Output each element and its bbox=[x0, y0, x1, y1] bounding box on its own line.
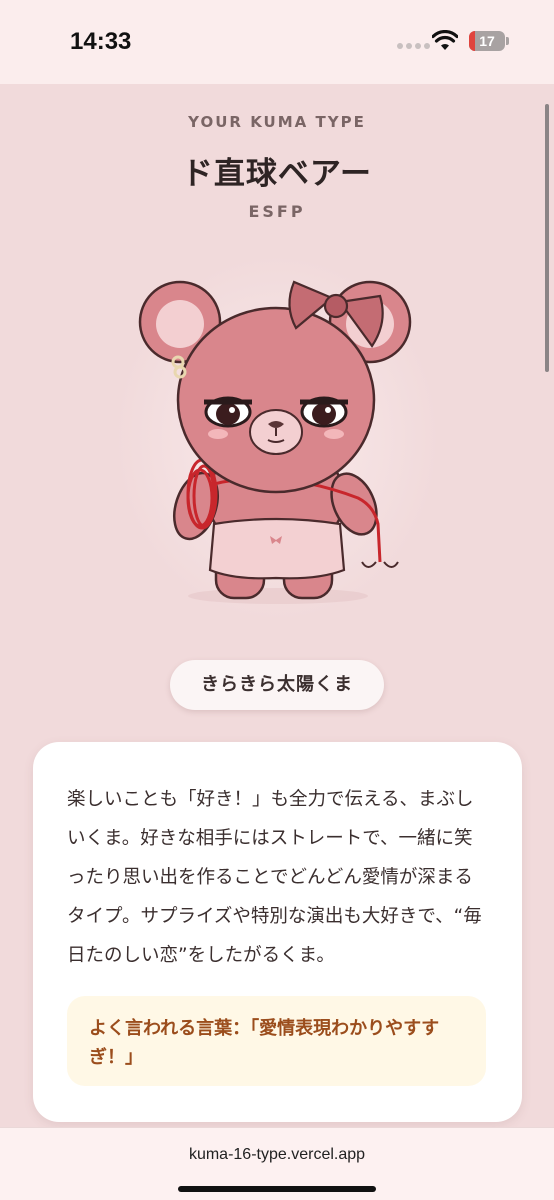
url-text[interactable]: kuma-16-type.vercel.app bbox=[0, 1146, 554, 1164]
type-description: 楽しいことも「好き！」も全力で伝える、まぶしいくま。好きな相手にはストレートで、… bbox=[67, 789, 482, 966]
battery-level: 17 bbox=[479, 33, 495, 49]
browser-address-bar[interactable]: kuma-16-type.vercel.app bbox=[0, 1127, 554, 1200]
page-title: ド直球ベアー bbox=[181, 156, 373, 192]
description-card: 楽しいことも「好き！」も全力で伝える、まぶしいくま。好きな相手にはストレートで、… bbox=[33, 742, 522, 1122]
wifi-icon bbox=[432, 30, 458, 50]
status-time: 14:33 bbox=[70, 28, 132, 55]
battery-tip bbox=[506, 37, 509, 45]
type-eyebrow: YOUR KUMA TYPE bbox=[188, 113, 366, 131]
type-code: ESFP bbox=[248, 202, 306, 221]
quote-box: よく言われる言葉：「愛情表現わかりやすすぎ！」 bbox=[67, 996, 486, 1086]
scrollbar[interactable] bbox=[545, 104, 549, 372]
status-bar: 14:33 17 bbox=[0, 0, 554, 84]
cellular-signal-icon bbox=[397, 43, 430, 49]
battery-icon: 17 bbox=[469, 31, 505, 51]
bear-illustration bbox=[138, 280, 412, 604]
home-indicator[interactable] bbox=[178, 1186, 376, 1192]
nickname-pill[interactable]: きらきら太陽くま bbox=[170, 660, 384, 710]
